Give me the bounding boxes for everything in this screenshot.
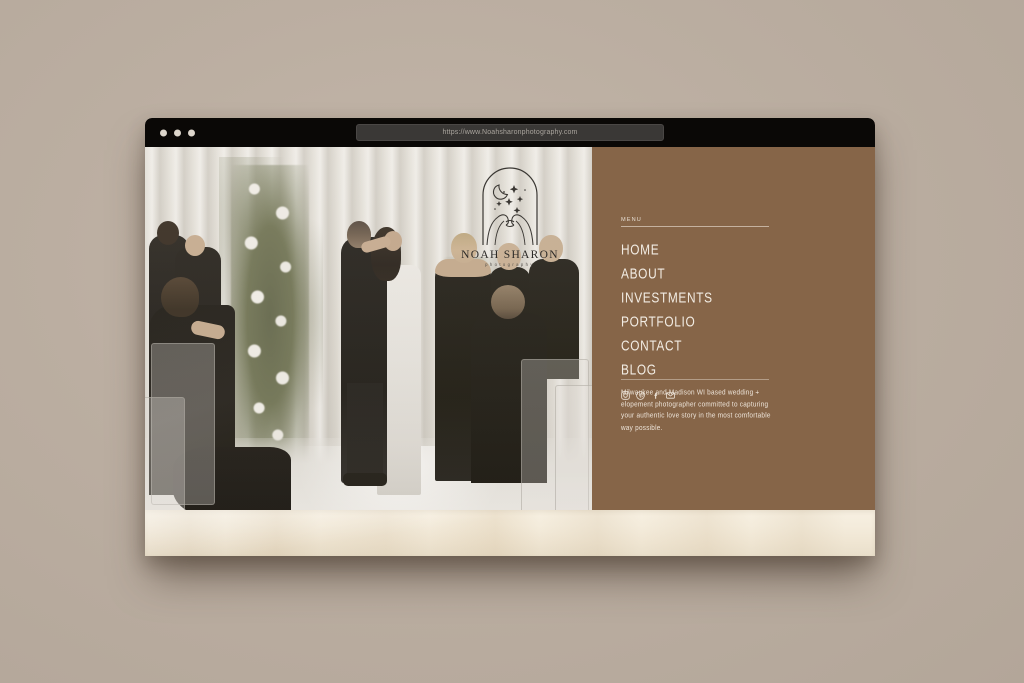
url-bar[interactable]: https://www.Noahsharonphotography.com [356,124,664,141]
floral-arch-installation [231,165,309,465]
menu-divider [621,226,769,227]
chiavari-chair [145,397,185,517]
traffic-light-buttons[interactable] [160,129,195,136]
menu-block: MENU HOME ABOUT INVESTMENTS PORTFOLIO CO… [621,217,769,400]
crinkled-paper-footer [145,510,875,556]
guest-head [157,221,179,245]
seated-guest-head [491,285,525,319]
browser-titlebar: https://www.Noahsharonphotography.com [145,118,875,147]
close-dot[interactable] [160,129,167,136]
page-viewport: NOAH SHARON photography MENU HOME ABOUT … [145,147,875,556]
groom-legs [347,383,383,481]
logo-subtext: photography [485,262,535,267]
logo-wordmark: NOAH SHARON [461,249,559,261]
arch-moon-stars-hands-icon [482,167,538,246]
groom-shoes [343,473,387,486]
guest-face [185,235,205,256]
mockup-backdrop: https://www.Noahsharonphotography.com NO… [0,0,1024,683]
sidebar-tagline: Milwaukee and Madison WI based wedding +… [621,389,771,432]
maximize-dot[interactable] [188,129,195,136]
minimize-dot[interactable] [174,129,181,136]
browser-window: https://www.Noahsharonphotography.com NO… [145,118,875,556]
url-text: https://www.Noahsharonphotography.com [442,129,578,136]
menu-label: MENU [621,217,642,223]
tagline-divider [621,379,769,380]
guest-hair [161,277,199,317]
navigation-sidebar: MENU HOME ABOUT INVESTMENTS PORTFOLIO CO… [592,147,875,556]
site-logo[interactable]: NOAH SHARON photography [450,165,570,267]
nav-list: HOME ABOUT INVESTMENTS PORTFOLIO CONTACT… [621,238,769,382]
